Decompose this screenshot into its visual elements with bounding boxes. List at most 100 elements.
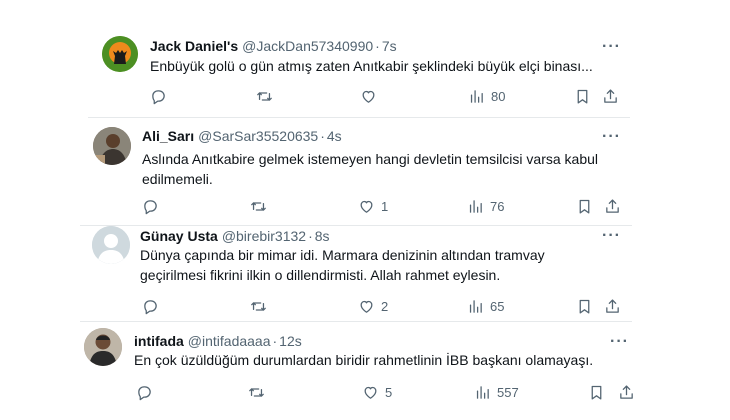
share-button[interactable] [618,382,635,402]
share-icon [606,298,619,313]
avatar-image [93,127,131,165]
views-button[interactable]: 65 [467,296,504,316]
author-name[interactable]: Ali_Sarı [142,128,194,144]
tweet[interactable]: Günay Usta @birebir3132 · 8s ··· Dünya çapı… [80,226,632,322]
views-icon [469,199,482,213]
share-button[interactable] [604,296,621,316]
reply-icon [144,199,157,214]
like-button[interactable] [360,86,383,106]
views-icon [469,299,482,313]
avatar[interactable] [84,328,122,366]
retweet-icon [257,91,272,101]
author-name[interactable]: intifada [134,333,184,349]
tweet-text-line: En çok üzüldüğüm durumlardan biridir rah… [134,352,594,368]
bookmark-button[interactable] [576,196,593,216]
view-count: 65 [490,298,505,314]
views-button[interactable]: 557 [474,382,519,402]
reply-icon [144,299,157,314]
like-icon [364,386,377,399]
tweet-text: Dünya çapında bir mimar idi. Marmara den… [140,245,545,285]
like-icon [360,200,373,213]
avatar-image [102,36,138,72]
tweet-header: intifada @intifadaaaa · 12s [134,332,302,350]
timestamp[interactable]: 4s [327,128,342,144]
like-count: 2 [381,298,389,314]
timestamp[interactable]: 12s [279,333,302,349]
reply-button[interactable] [150,86,167,106]
tweet-text: Aslında Anıtkabire gelmek istemeyen hang… [142,149,598,189]
like-button[interactable]: 5 [362,382,392,402]
bookmark-button[interactable] [576,296,593,316]
tweet-actions: 1 76 [142,196,632,216]
retweet-button[interactable] [248,382,265,402]
tweet-actions: 2 65 [142,296,632,316]
views-icon [470,89,483,103]
avatar[interactable] [92,226,130,264]
share-button[interactable] [604,196,621,216]
retweet-icon [251,301,266,311]
view-count: 76 [490,198,505,214]
retweet-icon [251,201,266,211]
tweet-text: En çok üzüldüğüm durumlardan biridir rah… [134,350,593,370]
reply-icon [152,89,165,104]
tweet-actions: 80 [150,86,630,106]
author-handle[interactable]: @SarSar35520635 [198,128,318,144]
like-count: 1 [381,198,389,214]
tweet-text-line: geçirilmesi fikrini ilkin o dillendirmis… [140,267,501,283]
tweet[interactable]: Jack Daniel's @JackDan57340990 · 7s ··· Enb… [88,22,630,118]
like-button[interactable]: 1 [358,196,388,216]
share-button[interactable] [602,86,619,106]
more-options-icon[interactable]: ··· [602,129,621,145]
view-count: 80 [491,88,506,104]
retweet-icon [249,387,264,397]
share-icon [620,384,633,399]
views-button[interactable]: 80 [468,86,505,106]
tweet-text-line: edilmemeli. [142,171,213,187]
tweet-text-line: Enbüyük golü o gün atmış zaten Anıtkabir… [150,58,593,74]
separator-dot: · [272,333,278,349]
tweet-text-line: Aslında Anıtkabire gelmek istemeyen hang… [142,151,599,167]
retweet-button[interactable] [250,196,267,216]
views-icon [476,385,489,399]
retweet-button[interactable] [250,296,267,316]
tweet[interactable]: Ali_Sarı @SarSar35520635 · 4s ··· Aslında A… [80,118,632,226]
separator-dot: · [308,228,313,244]
author-name[interactable]: Günay Usta [140,228,218,244]
author-name[interactable]: Jack Daniel's [150,38,238,54]
tweet[interactable]: intifada @intifadaaaa · 12s ··· En çok üzül… [72,322,640,420]
like-button[interactable]: 2 [358,296,388,316]
tweet-text: Enbüyük golü o gün atmış zaten Anıtkabir… [150,56,593,76]
avatar[interactable] [93,127,131,165]
share-icon [606,198,619,213]
author-handle[interactable]: @birebir3132 [222,228,306,244]
more-options-icon[interactable]: ··· [610,334,629,350]
view-count: 557 [497,384,519,400]
bookmark-button[interactable] [588,382,605,402]
bookmark-icon [591,385,602,400]
author-handle[interactable]: @intifadaaaa [188,333,271,349]
avatar-image [84,328,122,366]
default-avatar-icon [92,226,130,264]
views-button[interactable]: 76 [467,196,504,216]
more-options-icon[interactable]: ··· [602,39,621,55]
reply-button[interactable] [136,382,153,402]
retweet-button[interactable] [256,86,273,106]
reply-button[interactable] [142,296,159,316]
timestamp[interactable]: 7s [382,38,397,54]
tweet-text-line: Dünya çapında bir mimar idi. Marmara den… [140,247,545,263]
timestamp[interactable]: 8s [315,228,330,244]
reply-icon [138,385,151,400]
reply-button[interactable] [142,196,159,216]
bookmark-button[interactable] [574,86,591,106]
tweet-header: Ali_Sarı @SarSar35520635 · 4s [142,127,342,145]
more-options-icon[interactable]: ··· [602,228,621,244]
like-icon [362,90,375,103]
separator-dot: · [375,38,380,54]
share-icon [604,88,617,103]
author-handle[interactable]: @JackDan57340990 [242,38,373,54]
like-count: 5 [385,384,393,400]
bookmark-icon [579,299,590,314]
tweet-header: Günay Usta @birebir3132 · 8s [140,227,330,245]
avatar[interactable] [102,36,138,72]
tweet-actions: 5 557 [136,382,636,402]
